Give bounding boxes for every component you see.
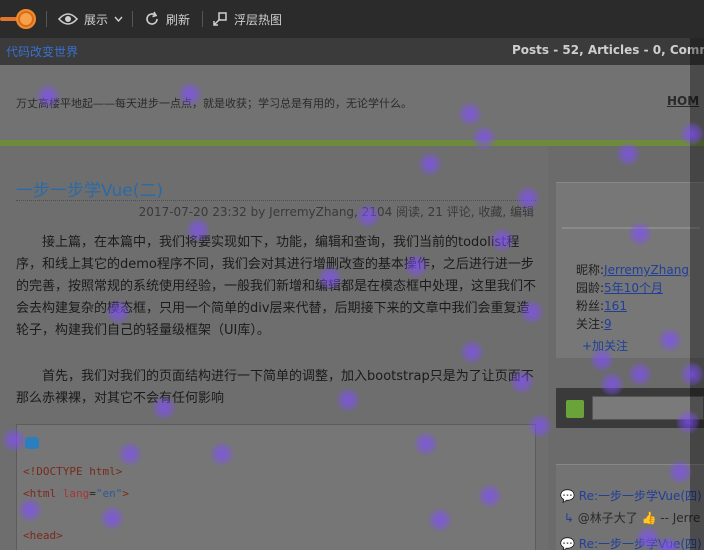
post-paragraph: 接上篇，在本篇中，我们将要实现如下，功能，编辑和查询，我们当前的todolist… [16,235,537,338]
search-panel [556,388,704,428]
refresh-button[interactable]: 刷新 [144,9,190,29]
recent-comments: 💬 Re:一步一步学Vue(四) ↳ @林子大了 👍 -- Jerre 💬 Re… [556,464,704,550]
profile-panel: 昵称:JerremyZhang 园龄:5年10个月 粉丝:161 关注:9 +加… [556,182,704,358]
comment-item[interactable]: 💬 Re:一步一步学Vue(四) [560,487,702,504]
display-dropdown[interactable]: 展示 [58,9,123,29]
fans-link[interactable]: 161 [604,299,627,313]
site-subheader: 万丈高楼平地起——每天进步一点点，就是收获；学习总是有用的，无论学什么。 HOM [0,65,704,140]
age-link[interactable]: 5年10个月 [604,281,663,295]
heatmap-toolbar: 展示 刷新 浮层热图 [0,0,704,38]
comment-item[interactable]: 💬 Re:一步一步学Vue(四) [560,535,702,550]
site-stats: Posts - 52, Articles - 0, Comme [512,43,704,57]
post-content: 一步一步学Vue(二) 2017-07-20 23:32 by JerremyZ… [0,146,548,550]
site-header: 代码改变世界 Posts - 52, Articles - 0, Comme [0,38,704,65]
profile-nickname: 昵称:JerremyZhang [576,263,689,277]
code-line: <html lang="en"> [23,487,129,500]
search-icon[interactable] [566,400,584,418]
follow-link[interactable]: 9 [604,317,612,331]
site-name-link[interactable]: 代码改变世界 [6,43,78,60]
post-meta: 2017-07-20 23:32 by JerremyZhang, 2104 阅… [138,205,534,219]
code-line: <head> [23,529,63,542]
display-label: 展示 [84,12,109,27]
search-input[interactable] [592,396,704,420]
opacity-slider-handle[interactable] [16,9,36,29]
post-title-link[interactable]: 一步一步学Vue(二) [16,176,163,201]
profile-follow: 关注:9 [576,317,612,331]
sidebar: 昵称:JerremyZhang 园龄:5年10个月 粉丝:161 关注:9 +加… [556,146,704,550]
float-heatmap-label: 浮层热图 [234,12,283,27]
comment-snippet: ↳ @林子大了 👍 -- Jerre [560,511,701,525]
toolbar-divider [132,11,133,27]
float-heatmap-button[interactable]: 浮层热图 [212,9,282,29]
copy-code-icon[interactable] [25,437,39,449]
eye-icon [58,12,78,26]
nickname-link[interactable]: JerremyZhang [604,263,689,277]
title-divider [16,200,536,201]
refresh-label: 刷新 [166,12,191,27]
chevron-down-icon [114,16,123,22]
scroll-shade [690,38,704,550]
code-line: <!DOCTYPE html> [23,465,123,478]
refresh-icon [144,11,160,27]
profile-age: 园龄:5年10个月 [576,281,663,295]
site-motto: 万丈高楼平地起——每天进步一点点，就是收获；学习总是有用的，无论学什么。 [16,97,412,110]
toolbar-divider [46,11,47,27]
float-layer-icon [212,11,228,27]
add-follow-button[interactable]: +加关注 [582,337,628,354]
profile-fans: 粉丝:161 [576,299,627,313]
code-block: <!DOCTYPE html> <html lang="en"> <head> [16,424,536,550]
post-paragraph: 首先，我们对我们的页面结构进行一下简单的调整，加入bootstrap只是为了让页… [16,369,534,406]
profile-divider [562,227,700,229]
toolbar-divider [202,11,203,27]
